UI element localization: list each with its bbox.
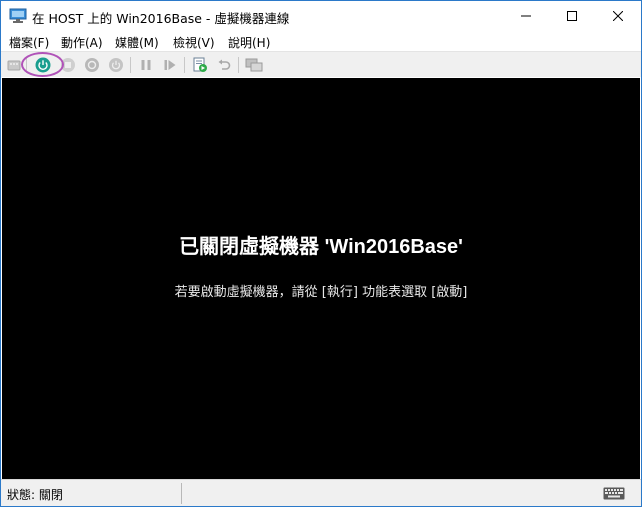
status-bar: 狀態: 關閉 xyxy=(1,479,641,506)
resume-button[interactable] xyxy=(161,56,179,74)
save-button[interactable] xyxy=(107,56,125,74)
save-icon xyxy=(109,58,123,72)
menu-view[interactable]: 檢視(V) xyxy=(173,34,215,51)
close-icon xyxy=(613,11,623,21)
pause-button[interactable] xyxy=(137,56,155,74)
revert-button[interactable] xyxy=(215,56,233,74)
menu-bar: 檔案(F) 動作(A) 媒體(M) 檢視(V) 說明(H) xyxy=(1,31,641,51)
enhanced-session-button[interactable] xyxy=(245,56,263,74)
checkpoint-button[interactable] xyxy=(191,56,209,74)
start-button-highlight xyxy=(21,52,64,77)
checkpoint-icon xyxy=(193,57,207,72)
shut-down-icon xyxy=(85,58,99,72)
status-separator xyxy=(181,483,182,504)
maximize-button[interactable] xyxy=(549,1,595,31)
title-bar[interactable]: 在 HOST 上的 Win2016Base - 虛擬機器連線 xyxy=(1,1,641,31)
vm-off-heading: 已關閉虛擬機器 'Win2016Base' xyxy=(179,236,463,258)
status-text: 狀態: 關閉 xyxy=(7,488,63,502)
revert-icon xyxy=(218,59,231,70)
vm-connection-icon xyxy=(9,8,27,23)
ctrl-alt-del-icon xyxy=(7,60,21,71)
shut-down-button[interactable] xyxy=(83,56,101,74)
resume-icon xyxy=(164,60,176,70)
toolbar-separator xyxy=(130,57,131,73)
minimize-button[interactable] xyxy=(503,1,549,31)
toolbar xyxy=(1,51,641,77)
enhanced-session-icon xyxy=(245,58,263,72)
toolbar-separator xyxy=(238,57,239,73)
menu-action[interactable]: 動作(A) xyxy=(61,34,103,51)
pause-icon xyxy=(141,60,151,70)
window-title: 在 HOST 上的 Win2016Base - 虛擬機器連線 xyxy=(32,11,290,26)
menu-media[interactable]: 媒體(M) xyxy=(115,34,159,51)
close-button[interactable] xyxy=(595,1,641,31)
toolbar-separator xyxy=(184,57,185,73)
keyboard-icon xyxy=(603,487,625,500)
menu-file[interactable]: 檔案(F) xyxy=(9,34,49,51)
maximize-icon xyxy=(567,11,577,21)
menu-help[interactable]: 說明(H) xyxy=(228,34,270,51)
vm-connection-window: 在 HOST 上的 Win2016Base - 虛擬機器連線 檔案(F) 動作(… xyxy=(0,0,642,507)
vm-start-hint: 若要啟動虛擬機器，請從 [執行] 功能表選取 [啟動] xyxy=(174,285,468,300)
minimize-icon xyxy=(521,15,531,17)
vm-console[interactable]: 已關閉虛擬機器 'Win2016Base' 若要啟動虛擬機器，請從 [執行] 功… xyxy=(2,78,640,479)
